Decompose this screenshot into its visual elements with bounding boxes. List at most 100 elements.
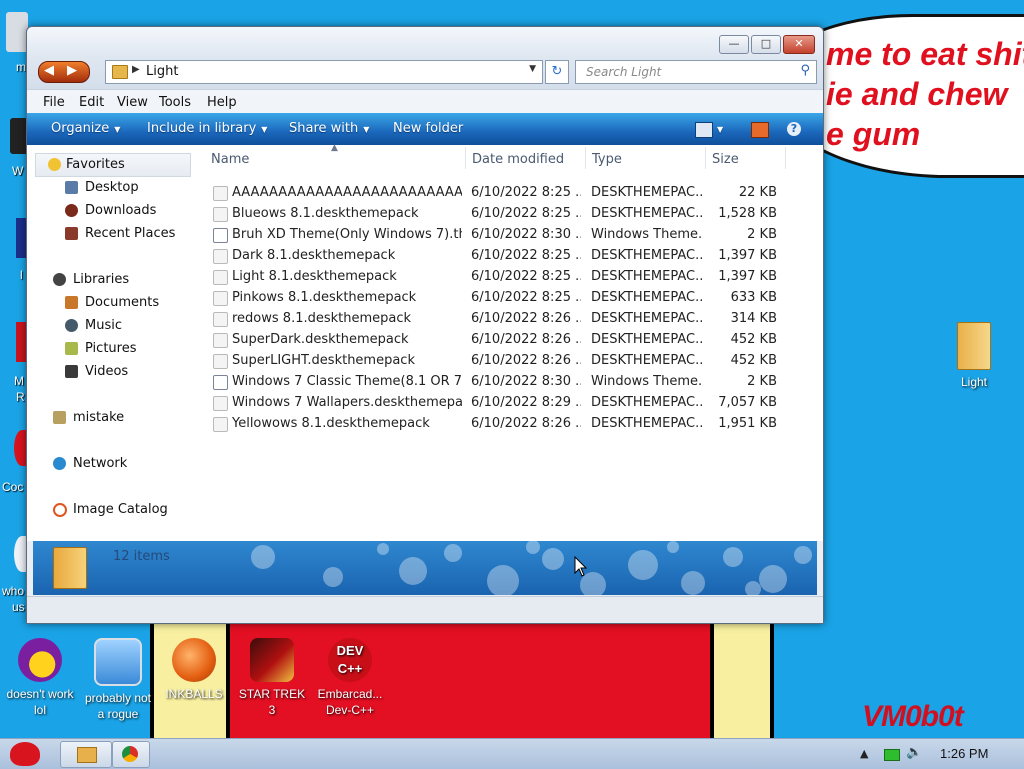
column-header-type[interactable]: Type — [592, 152, 622, 167]
file-row[interactable]: Pinkows 8.1.deskthemepack 6/10/2022 8:25 … — [207, 287, 813, 308]
nav-network[interactable]: Network — [27, 453, 193, 475]
include-in-library-button[interactable]: Include in library ▼ — [147, 121, 267, 136]
themepack-file-icon — [213, 207, 228, 222]
desktop-icon-inkballs[interactable]: INKBALLS — [156, 638, 232, 702]
forward-arrow-icon[interactable]: ▶ — [67, 63, 77, 78]
desktop-icon-dev-cpp[interactable]: DEV C++ Embarcad... Dev-C++ — [312, 638, 388, 718]
share-with-button[interactable]: Share with ▼ — [289, 121, 369, 136]
column-divider[interactable] — [585, 147, 586, 169]
preview-pane-icon[interactable] — [751, 122, 769, 138]
column-header-size[interactable]: Size — [712, 152, 739, 167]
taskbar-chrome-button[interactable] — [112, 741, 150, 768]
inkball-icon — [172, 638, 216, 682]
file-date: 6/10/2022 8:25 ... — [471, 185, 581, 200]
file-row[interactable]: SuperLIGHT.deskthemepack 6/10/2022 8:26 .… — [207, 350, 813, 371]
maximize-button[interactable]: □ — [751, 35, 781, 54]
nav-libraries[interactable]: Libraries — [27, 269, 193, 291]
view-options-icon[interactable] — [695, 122, 713, 138]
menu-edit[interactable]: Edit — [79, 95, 104, 110]
file-row[interactable]: Windows 7 Wallapers.deskthemepack 6/10/20… — [207, 392, 813, 413]
organize-button[interactable]: Organize ▼ — [51, 121, 120, 136]
file-row[interactable]: Yellowows 8.1.deskthemepack 6/10/2022 8:2… — [207, 413, 813, 434]
file-row[interactable]: Light 8.1.deskthemepack 6/10/2022 8:25 ..… — [207, 266, 813, 287]
file-date: 6/10/2022 8:25 ... — [471, 269, 581, 284]
menu-tools[interactable]: Tools — [159, 95, 191, 110]
breadcrumb-separator-icon[interactable]: ▶ — [132, 64, 140, 75]
menu-view[interactable]: View — [117, 95, 148, 110]
file-row[interactable]: SuperDark.deskthemepack 6/10/2022 8:26 ..… — [207, 329, 813, 350]
network-tray-icon[interactable] — [884, 749, 900, 761]
title-bar[interactable]: — □ ✕ — [27, 27, 823, 57]
folder-icon — [957, 322, 991, 370]
file-size: 452 KB — [730, 353, 777, 368]
themepack-file-icon — [213, 396, 228, 411]
file-row[interactable]: Blueows 8.1.deskthemepack 6/10/2022 8:25 … — [207, 203, 813, 224]
nav-documents[interactable]: Documents — [27, 292, 193, 314]
file-date: 6/10/2022 8:26 ... — [471, 311, 581, 326]
breadcrumb[interactable]: Light — [146, 64, 178, 79]
nav-downloads[interactable]: Downloads — [27, 200, 193, 222]
refresh-button[interactable]: ↻ — [545, 60, 569, 84]
nav-label: mistake — [73, 410, 125, 425]
new-folder-button[interactable]: New folder — [393, 121, 463, 136]
nav-recent-places[interactable]: Recent Places — [27, 223, 193, 245]
desktop-icon-label: Embarcad... Dev-C++ — [317, 687, 383, 717]
wallpaper-line — [710, 620, 714, 738]
user-icon — [53, 411, 66, 424]
chevron-down-icon[interactable]: ▼ — [717, 125, 723, 134]
column-divider[interactable] — [705, 147, 706, 169]
file-date: 6/10/2022 8:26 ... — [471, 332, 581, 347]
file-row[interactable]: AAAAAAAAAAAAAAAAAAAAAAAAAAA... 6/10/2022 … — [207, 182, 813, 203]
column-divider[interactable] — [785, 147, 786, 169]
nav-videos[interactable]: Videos — [27, 361, 193, 383]
file-date: 6/10/2022 8:25 ... — [471, 290, 581, 305]
desktop-icon-star-trek[interactable]: STAR TREK 3 — [234, 638, 310, 718]
column-header-date[interactable]: Date modified — [472, 152, 564, 167]
file-row[interactable]: redows 8.1.deskthemepack 6/10/2022 8:26 .… — [207, 308, 813, 329]
file-type: Windows Theme... — [591, 374, 703, 389]
start-logo-icon — [10, 742, 40, 766]
desktop-icon-image[interactable] — [6, 12, 28, 52]
back-forward-buttons[interactable]: ◀ ▶ — [38, 61, 90, 83]
file-size: 1,397 KB — [718, 248, 777, 263]
file-type: DESKTHEMEPAC... — [591, 353, 703, 368]
back-arrow-icon[interactable]: ◀ — [44, 63, 54, 78]
column-divider[interactable] — [465, 147, 466, 169]
themepack-file-icon — [213, 312, 228, 327]
file-size: 452 KB — [730, 332, 777, 347]
file-type: DESKTHEMEPAC... — [591, 269, 703, 284]
nav-desktop[interactable]: Desktop — [27, 177, 193, 199]
desktop-icon-light-folder[interactable]: Light — [936, 322, 1012, 390]
menu-help[interactable]: Help — [207, 95, 237, 110]
file-row[interactable]: Bruh XD Theme(Only Windows 7).the... 6/10… — [207, 224, 813, 245]
nav-favorites[interactable]: Favorites — [35, 153, 191, 177]
desktop-icon-probably[interactable]: probably not a rogue — [80, 638, 156, 722]
file-date: 6/10/2022 8:26 ... — [471, 416, 581, 431]
nav-pictures[interactable]: Pictures — [27, 338, 193, 360]
start-button[interactable] — [4, 740, 46, 768]
file-name: Yellowows 8.1.deskthemepack — [232, 416, 430, 431]
search-input[interactable]: Search Light ⚲ — [575, 60, 817, 84]
clock[interactable]: 1:26 PM — [940, 746, 988, 761]
taskbar-explorer-button[interactable] — [60, 741, 112, 768]
show-hidden-icons-icon[interactable]: ▲ — [860, 747, 868, 760]
nav-label: Downloads — [85, 203, 157, 218]
search-icon[interactable]: ⚲ — [800, 63, 810, 78]
nav-label: Pictures — [85, 341, 137, 356]
nav-music[interactable]: Music — [27, 315, 193, 337]
chevron-down-icon[interactable]: ▼ — [529, 64, 536, 74]
volume-icon[interactable]: 🔈 — [906, 745, 922, 760]
menu-file[interactable]: File — [43, 95, 65, 110]
column-header-name[interactable]: Name — [211, 152, 249, 167]
nav-mistake[interactable]: mistake — [27, 407, 193, 429]
nav-image-catalog[interactable]: Image Catalog — [27, 499, 193, 521]
file-type: DESKTHEMEPAC... — [591, 206, 703, 221]
help-icon[interactable]: ? — [787, 122, 801, 136]
desktop-icon-yahoo[interactable]: doesn't work lol — [2, 638, 78, 718]
file-row[interactable]: Dark 8.1.deskthemepack 6/10/2022 8:25 ...… — [207, 245, 813, 266]
file-row[interactable]: Windows 7 Classic Theme(8.1 OR 7).t... 6/… — [207, 371, 813, 392]
minimize-button[interactable]: — — [719, 35, 749, 54]
close-button[interactable]: ✕ — [783, 35, 815, 54]
file-name: AAAAAAAAAAAAAAAAAAAAAAAAAAA... — [232, 185, 462, 200]
address-bar[interactable]: ▶ Light ▼ — [105, 60, 543, 84]
